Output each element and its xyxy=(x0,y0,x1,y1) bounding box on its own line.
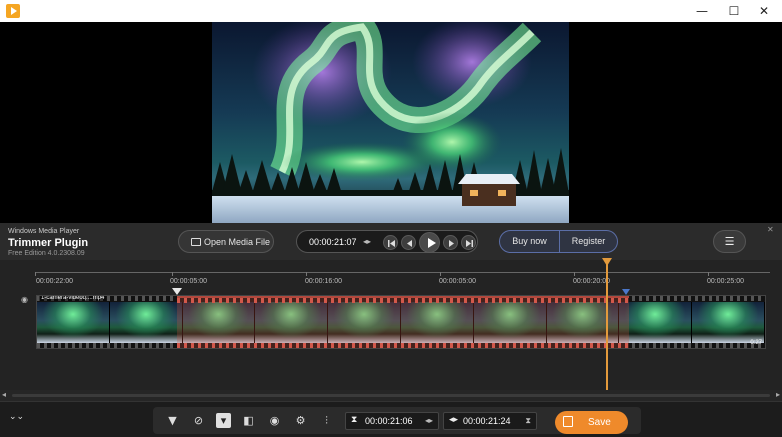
buy-now-button[interactable]: Buy now xyxy=(500,231,560,252)
step-forward-icon xyxy=(449,240,454,247)
current-time: 00:00:21:07 xyxy=(309,237,357,247)
playhead-handle[interactable] xyxy=(602,258,612,266)
thumbnail xyxy=(109,302,183,343)
ruler-tick xyxy=(306,272,307,276)
filter-off-icon[interactable]: ⊘ xyxy=(191,413,206,428)
save-label: Save xyxy=(588,417,611,428)
record-icon[interactable]: ◉ xyxy=(267,413,282,428)
app-name: Windows Media Player xyxy=(8,228,80,235)
skip-end-button[interactable] xyxy=(461,235,476,250)
aurora-video-image xyxy=(212,22,569,223)
register-button[interactable]: Register xyxy=(560,231,617,252)
playback-controls: 00:00:21:07 ◂▸ xyxy=(296,230,478,253)
title-bar: — ☐ ✕ xyxy=(0,0,782,22)
eye-icon[interactable]: ◉ xyxy=(21,295,28,304)
timeline[interactable]: 00:00:22:00 00:00:05:00 00:00:16:00 00:0… xyxy=(0,258,782,401)
folder-icon xyxy=(191,238,201,246)
filter-marker-icon[interactable]: ▾ xyxy=(216,413,231,428)
bottom-toolbar: ⌄⌄ ▼ ⊘ ▾ ◧ ◉ ⚙ ⫶ ⧗ 00:00:21:06 ◂▸ ◂▸ 00:… xyxy=(0,401,782,437)
thumbnail xyxy=(619,302,693,343)
cabin-shape xyxy=(458,174,520,206)
trimmer-control-bar: Windows Media Player Trimmer Plugin Free… xyxy=(0,223,782,260)
thumbnail xyxy=(692,302,765,343)
ruler-tick xyxy=(440,272,441,276)
settings-icon[interactable]: ⚙ xyxy=(293,413,308,428)
filter-icon[interactable]: ▼ xyxy=(165,413,180,428)
ruler-tick xyxy=(35,272,36,276)
scroll-right-icon[interactable]: ▸ xyxy=(776,390,780,399)
start-time-box[interactable]: ⧗ 00:00:21:06 ◂▸ xyxy=(345,412,439,430)
step-back-icon xyxy=(407,240,412,247)
hamburger-icon: ☰ xyxy=(724,235,735,248)
open-media-file-label: Open Media File xyxy=(204,237,271,247)
step-back-button[interactable] xyxy=(401,235,416,250)
plugin-title: Trimmer Plugin xyxy=(8,237,89,249)
end-time: 00:00:21:24 xyxy=(463,416,511,426)
close-button[interactable]: ✕ xyxy=(744,0,782,22)
end-time-icon: ⧗ xyxy=(525,416,531,425)
ruler-tick xyxy=(708,272,709,276)
time-ruler xyxy=(35,272,770,273)
app-icon xyxy=(6,4,20,18)
skip-end-icon xyxy=(466,240,473,247)
save-icon xyxy=(563,416,573,427)
video-area xyxy=(0,22,782,223)
selection-perforation-bottom xyxy=(177,343,629,348)
media-player-window: — ☐ ✕ Windows Media Player Trimmer Plugi… xyxy=(0,0,782,437)
end-marker-handle[interactable] xyxy=(622,289,630,295)
skip-start-icon xyxy=(388,240,395,247)
ruler-label: 00:00:22:00 xyxy=(36,278,73,285)
step-forward-button[interactable] xyxy=(443,235,458,250)
adjust-icon[interactable]: ⫶ xyxy=(319,413,334,428)
scroll-left-icon[interactable]: ◂ xyxy=(2,390,6,399)
video-track-strip[interactable]: 1-camera-videoq....mp4 0:27 xyxy=(36,295,766,349)
close-panel-icon[interactable]: ✕ xyxy=(767,225,774,234)
ruler-label: 00:00:16:00 xyxy=(305,278,342,285)
timeline-scrollbar[interactable]: ◂ ▸ xyxy=(0,390,782,401)
collapse-icon[interactable]: ⌄⌄ xyxy=(9,412,24,422)
playhead-line[interactable] xyxy=(606,260,608,390)
skip-start-button[interactable] xyxy=(383,235,398,250)
end-time-box[interactable]: ◂▸ 00:00:21:24 ⧗ xyxy=(443,412,537,430)
edition-label: Free Edition 4.0.2308.09 xyxy=(8,250,85,257)
start-time-icon: ⧗ xyxy=(351,415,358,425)
ruler-tick xyxy=(172,272,173,276)
save-button[interactable]: Save xyxy=(555,411,628,434)
start-time: 00:00:21:06 xyxy=(365,416,413,426)
scrollbar-track[interactable] xyxy=(12,394,770,397)
trim-selection-region[interactable] xyxy=(177,296,629,348)
selection-perforation-top xyxy=(177,298,629,303)
ruler-tick xyxy=(574,272,575,276)
video-frame[interactable] xyxy=(212,22,569,223)
end-time-arrows-icon[interactable]: ◂▸ xyxy=(449,415,458,425)
play-button[interactable] xyxy=(419,232,440,253)
time-step-arrows-icon[interactable]: ◂▸ xyxy=(363,237,371,246)
start-marker-handle[interactable] xyxy=(172,288,182,295)
ruler-label: 00:00:20:00 xyxy=(573,278,610,285)
play-icon xyxy=(428,238,436,248)
ruler-label: 00:00:05:00 xyxy=(439,278,476,285)
purchase-group: Buy now Register xyxy=(499,230,618,253)
open-media-file-button[interactable]: Open Media File xyxy=(178,230,274,253)
clip-duration: 0:27 xyxy=(750,340,762,346)
ruler-label: 00:00:05:00 xyxy=(170,278,207,285)
mute-icon[interactable]: ◧ xyxy=(241,413,256,428)
ruler-label: 00:00:25:00 xyxy=(707,278,744,285)
menu-button[interactable]: ☰ xyxy=(713,230,746,253)
clip-name: 1-camera-videoq....mp4 xyxy=(39,295,107,301)
start-time-arrows-icon[interactable]: ◂▸ xyxy=(425,416,433,425)
thumbnail xyxy=(37,302,110,343)
